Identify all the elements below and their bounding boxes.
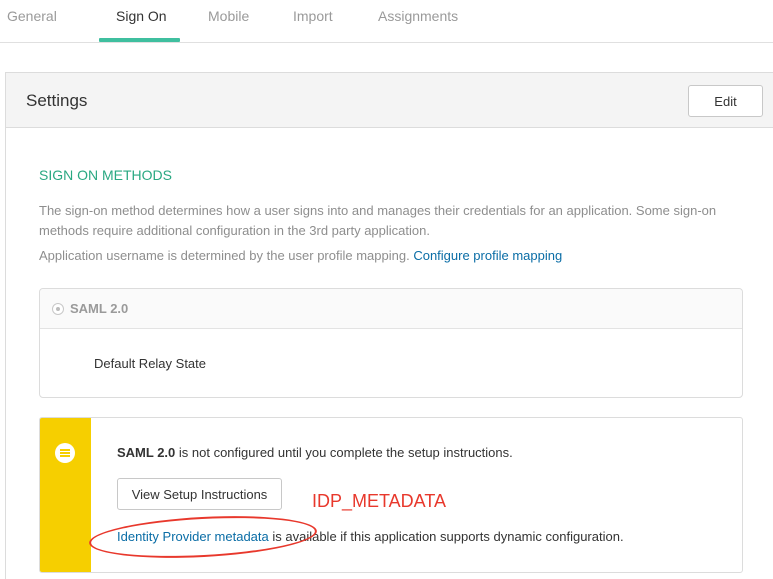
tab-assignments[interactable]: Assignments <box>378 8 458 24</box>
radio-icon[interactable] <box>52 303 64 315</box>
sign-on-description: The sign-on method determines how a user… <box>39 203 717 238</box>
notice-text: SAML 2.0 is not configured until you com… <box>117 445 513 460</box>
tab-mobile[interactable]: Mobile <box>208 8 249 24</box>
saml-method-box: SAML 2.0 Default Relay State <box>39 288 743 398</box>
username-mapping-label: Application username is determined by th… <box>39 248 410 263</box>
settings-header: Settings Edit <box>6 73 773 128</box>
notice-bold: SAML 2.0 <box>117 445 176 460</box>
setup-notice: SAML 2.0 is not configured until you com… <box>39 417 743 573</box>
tab-sign-on[interactable]: Sign On <box>116 8 167 24</box>
identity-provider-metadata-link[interactable]: Identity Provider metadata <box>117 529 269 544</box>
tab-bar: General Sign On Mobile Import Assignment… <box>0 0 773 43</box>
configure-profile-mapping-link[interactable]: Configure profile mapping <box>413 248 562 263</box>
saml-method-label: SAML 2.0 <box>70 301 129 316</box>
metadata-rest: is available if this application support… <box>268 529 624 544</box>
edit-button[interactable]: Edit <box>688 85 763 117</box>
view-setup-instructions-button[interactable]: View Setup Instructions <box>117 478 282 510</box>
username-mapping-text: Application username is determined by th… <box>39 248 562 263</box>
notice-bar <box>40 418 91 572</box>
tab-general[interactable]: General <box>7 8 57 24</box>
tab-import[interactable]: Import <box>293 8 333 24</box>
sign-on-methods-heading: SIGN ON METHODS <box>39 167 173 183</box>
metadata-line: Identity Provider metadata is available … <box>117 529 624 544</box>
idp-metadata-annotation: IDP_METADATA <box>312 491 447 511</box>
settings-panel: Settings Edit SIGN ON METHODS The sign-o… <box>5 72 773 579</box>
settings-title: Settings <box>26 91 88 110</box>
default-relay-state-label: Default Relay State <box>94 356 207 371</box>
saml-method-header[interactable]: SAML 2.0 <box>40 289 742 329</box>
active-tab-indicator <box>99 38 180 42</box>
list-icon <box>55 443 75 463</box>
notice-rest: is not configured until you complete the… <box>175 445 513 460</box>
